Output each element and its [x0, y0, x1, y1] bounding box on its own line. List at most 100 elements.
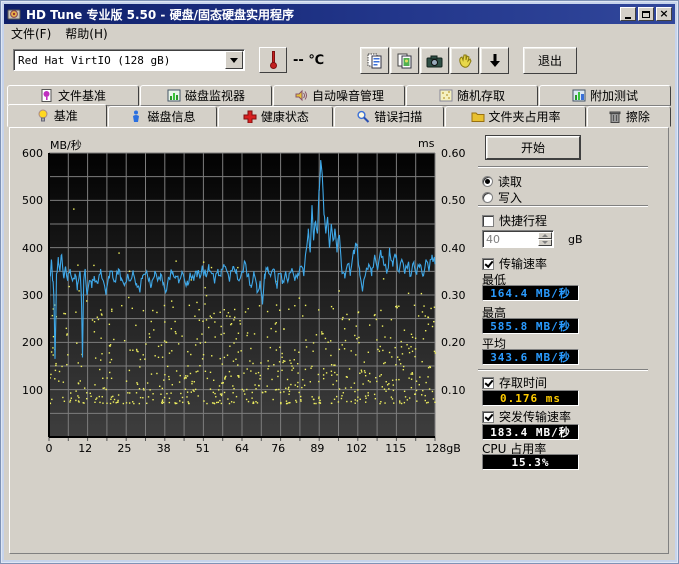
menu-help[interactable]: 帮助(H) — [58, 24, 114, 43]
transfer-rate-checkbox[interactable] — [482, 258, 494, 270]
tab-label: 自动噪音管理 — [312, 87, 384, 104]
start-button[interactable]: 开始 — [486, 136, 580, 159]
health-cross-icon — [243, 110, 257, 123]
tab-label: 错误扫描 — [374, 108, 422, 125]
read-label: 读取 — [498, 173, 522, 190]
read-radio-row[interactable]: 读取 — [482, 173, 522, 190]
burst-rate-label: 突发传输速率 — [499, 408, 571, 425]
spin-up-button[interactable] — [538, 232, 552, 239]
avg-value-box: 343.6 MB/秒 — [482, 349, 579, 365]
drive-select-value: Red Hat VirtIO (128 gB) — [14, 54, 224, 67]
y-tick-label: 300 — [22, 289, 43, 302]
speaker-icon — [294, 89, 308, 102]
benchmark-controls: 开始 读取 写入 快捷行程 40 gB — [470, 128, 668, 553]
window-title: HD Tune 专业版 5.50 - 硬盘/固态硬盘实用程序 — [26, 6, 618, 23]
copy-text-button[interactable] — [360, 47, 389, 74]
minimize-button[interactable] — [620, 7, 636, 21]
chevron-down-icon — [230, 58, 238, 63]
y-tick-label: 200 — [22, 336, 43, 349]
x-tick-label: 51 — [196, 442, 210, 455]
short-stroke-size-field[interactable]: 40 — [482, 230, 554, 248]
app-icon — [7, 7, 22, 21]
app-window: HD Tune 专业版 5.50 - 硬盘/固态硬盘实用程序 × 文件(F) 帮… — [0, 0, 679, 564]
disk-info-icon — [129, 110, 143, 123]
write-radio[interactable] — [482, 192, 493, 203]
drive-select-dropdown-button[interactable] — [225, 51, 243, 69]
tab-health[interactable]: 健康状态 — [218, 106, 333, 127]
tab-error-scan[interactable]: 错误扫描 — [334, 106, 444, 127]
temperature-button[interactable] — [259, 47, 287, 73]
spin-down-button[interactable] — [538, 239, 552, 246]
menu-bar: 文件(F) 帮助(H) — [4, 24, 675, 42]
tab-folder-usage[interactable]: 文件夹占用率 — [445, 106, 586, 127]
spin-up-icon — [542, 234, 548, 237]
write-radio-row[interactable]: 写入 — [482, 189, 522, 206]
x-tick-label: 38 — [157, 442, 171, 455]
x-tick-label: 128gB — [425, 442, 461, 455]
save-button[interactable] — [480, 47, 509, 74]
right-tick-label: 0.50 — [441, 194, 466, 207]
magnifier-icon — [356, 110, 370, 123]
tab-erase[interactable]: 擦除 — [587, 106, 671, 127]
x-tick-label: 25 — [117, 442, 131, 455]
write-label: 写入 — [498, 189, 522, 206]
options-button[interactable] — [450, 47, 479, 74]
min-value-box: 164.4 MB/秒 — [482, 285, 579, 301]
maximize-button[interactable] — [638, 7, 654, 21]
tab-label: 基准 — [54, 107, 78, 124]
camera-icon — [425, 52, 444, 70]
tab-file-benchmark[interactable]: 文件基准 — [7, 85, 139, 106]
tab-benchmark[interactable]: 基准 — [7, 104, 107, 127]
down-arrow-icon — [487, 52, 503, 70]
tab-label: 擦除 — [626, 108, 650, 125]
copy-image-icon — [396, 52, 414, 70]
tab-aam[interactable]: 自动噪音管理 — [273, 85, 405, 106]
transfer-rate-label: 传输速率 — [499, 255, 547, 272]
benchmark-page: MB/秒 ms 600500400300200100 0.600.500.400… — [9, 127, 669, 554]
copy-image-button[interactable] — [390, 47, 419, 74]
minimize-icon — [625, 17, 631, 19]
short-stroke-unit: gB — [568, 233, 583, 246]
tab-extra-tests[interactable]: 附加测试 — [539, 85, 671, 106]
maximize-icon — [642, 11, 650, 18]
temperature-value: -- ℃ — [293, 53, 324, 68]
short-stroke-row[interactable]: 快捷行程 — [482, 212, 547, 229]
exit-button[interactable]: 退出 — [523, 47, 577, 74]
right-tick-label: 0.20 — [441, 336, 466, 349]
y-tick-label: 400 — [22, 242, 43, 255]
exit-label: 退出 — [538, 52, 562, 69]
y-tick-label: 100 — [22, 384, 43, 397]
transfer-rate-row[interactable]: 传输速率 — [482, 255, 547, 272]
folder-icon — [471, 110, 485, 123]
chart-svg — [48, 152, 436, 442]
screenshot-button[interactable] — [420, 47, 449, 74]
menu-file[interactable]: 文件(F) — [4, 24, 58, 43]
file-benchmark-icon — [40, 89, 54, 102]
drive-select[interactable]: Red Hat VirtIO (128 gB) — [13, 49, 245, 71]
trash-icon — [608, 110, 622, 123]
separator — [478, 166, 648, 168]
spin-down-icon — [542, 241, 548, 244]
tab-disk-monitor[interactable]: 磁盘监视器 — [140, 85, 272, 106]
x-tick-label: 64 — [235, 442, 249, 455]
read-radio[interactable] — [482, 176, 493, 187]
benchmark-chart — [48, 152, 436, 442]
access-time-label: 存取时间 — [499, 374, 547, 391]
tab-label: 文件夹占用率 — [489, 108, 561, 125]
tab-random-access[interactable]: 随机存取 — [406, 85, 538, 106]
close-button[interactable]: × — [656, 7, 672, 21]
burst-rate-checkbox[interactable] — [482, 411, 494, 423]
toolbar: Red Hat VirtIO (128 gB) -- ℃ — [4, 42, 675, 80]
access-time-row[interactable]: 存取时间 — [482, 374, 547, 391]
short-stroke-checkbox[interactable] — [482, 215, 494, 227]
tab-label: 附加测试 — [590, 87, 638, 104]
separator — [478, 369, 648, 371]
tab-disk-info[interactable]: 磁盘信息 — [108, 106, 218, 127]
thermometer-icon — [270, 51, 276, 69]
burst-rate-row[interactable]: 突发传输速率 — [482, 408, 571, 425]
x-axis-labels: 012253851647689102115128gB — [48, 442, 448, 456]
random-access-icon — [439, 89, 453, 102]
access-time-checkbox[interactable] — [482, 377, 494, 389]
x-tick-label: 12 — [78, 442, 92, 455]
title-bar: HD Tune 专业版 5.50 - 硬盘/固态硬盘实用程序 × — [4, 4, 675, 24]
